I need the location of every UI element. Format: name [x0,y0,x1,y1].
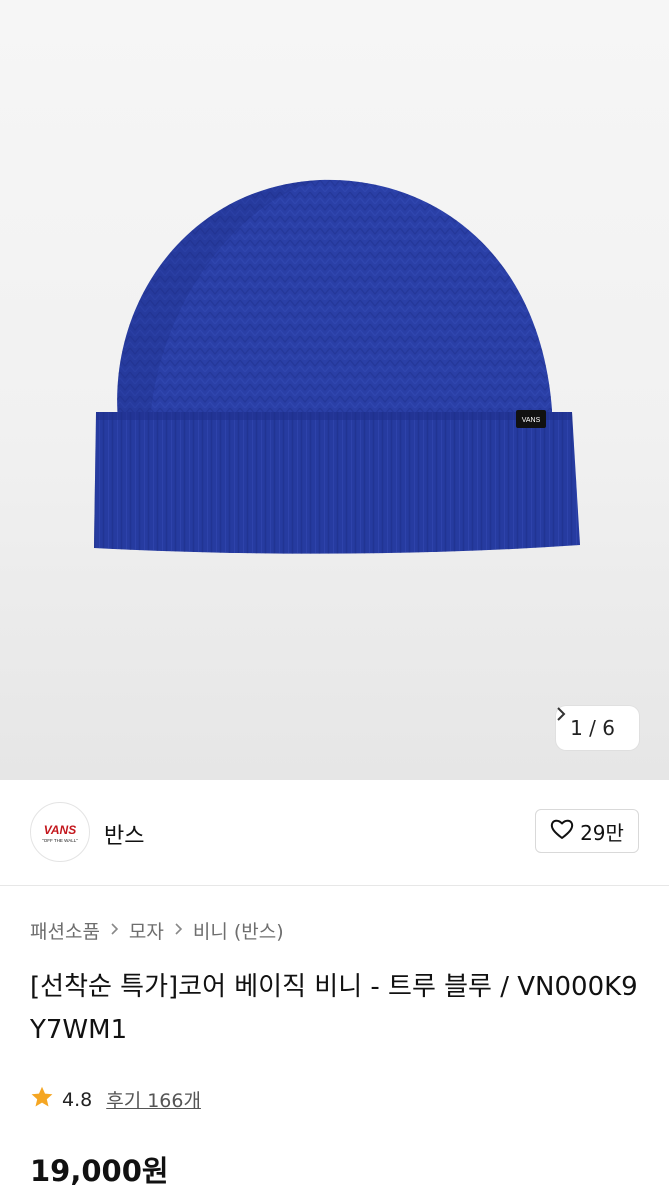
product-title: [선착순 특가]코어 베이직 비니 - 트루 블루 / VN000K9Y7WM1 [30,972,638,1045]
gallery-total: 6 [602,716,615,740]
brand-logo-subtext: "OFF THE WALL" [42,838,78,843]
breadcrumb: 패션소품 모자 비니 (반스) [30,917,284,944]
gallery-counter[interactable]: 1 / 6 [556,706,639,750]
chevron-right-icon [110,920,119,941]
gallery-current-index: 1 [570,716,583,740]
rating-row: 4.8 후기 166개 [30,1085,201,1114]
breadcrumb-item-category[interactable]: 패션소품 [30,917,100,944]
star-icon [30,1085,54,1114]
rating-score: 4.8 [62,1088,93,1111]
price: 19,000원 [30,1154,169,1188]
chevron-right-icon [174,920,183,941]
breadcrumb-item-current[interactable]: 비니 (반스) [193,917,284,944]
brand-logo-text: VANS [44,823,76,837]
like-count: 29만 [580,820,624,845]
product-image-gallery[interactable]: VANS 1 / 6 [0,0,669,780]
like-button[interactable]: 29만 [535,809,639,853]
gallery-separator: / [589,716,596,740]
beanie-label-text: VANS [522,417,541,424]
brand-row: VANS "OFF THE WALL" 반스 29만 [0,780,669,886]
product-image-beanie: VANS [94,179,580,554]
brand-name[interactable]: 반스 [104,818,144,850]
breadcrumb-item-subcategory[interactable]: 모자 [129,917,164,944]
brand-logo[interactable]: VANS "OFF THE WALL" [30,802,90,862]
reviews-link[interactable]: 후기 166개 [106,1086,201,1113]
heart-outline-icon [550,818,574,845]
